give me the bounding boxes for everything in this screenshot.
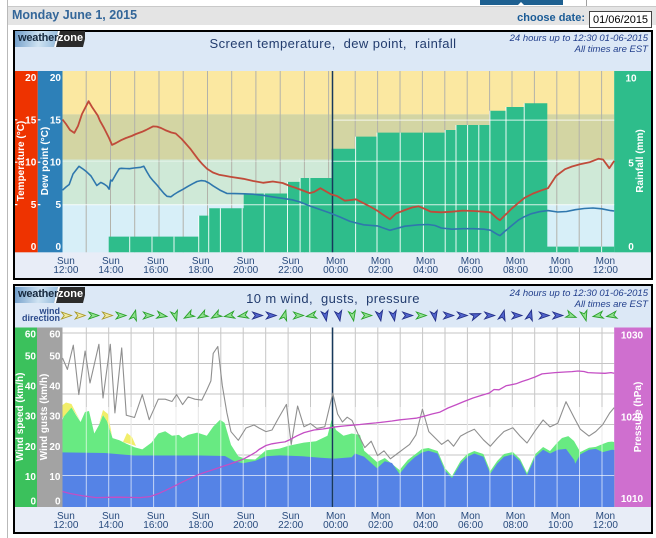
svg-text:0: 0 [55,242,61,253]
svg-text:Rainfall (mm): Rainfall (mm) [635,129,646,192]
svg-text:5: 5 [55,200,61,211]
svg-text:10: 10 [625,73,637,84]
svg-text:Dew point (°C): Dew point (°C) [40,127,51,195]
svg-text:40: 40 [49,382,61,393]
svg-text:20: 20 [49,442,61,453]
svg-text:50: 50 [25,352,37,363]
svg-text:30: 30 [49,412,61,423]
svg-text:0: 0 [30,497,36,508]
svg-text:10: 10 [50,158,62,169]
svg-text:5: 5 [31,200,37,211]
svg-text:30: 30 [25,412,37,423]
svg-text:50: 50 [49,352,61,363]
svg-text:20: 20 [25,73,37,84]
svg-text:20: 20 [50,73,62,84]
svg-text:Wind gusts (km/h): Wind gusts (km/h) [39,374,50,461]
svg-text:1030: 1030 [621,330,644,341]
svg-text:15: 15 [50,115,62,126]
svg-text:60: 60 [25,330,37,341]
svg-text:1010: 1010 [621,494,644,505]
svg-text:60: 60 [49,330,61,341]
svg-text:20: 20 [25,442,37,453]
svg-text:10: 10 [25,472,37,483]
svg-text:5: 5 [628,159,634,170]
svg-text:0: 0 [55,497,61,508]
svg-text:Temperature (°C): Temperature (°C) [16,121,27,202]
svg-text:Pressure (hPa): Pressure (hPa) [633,382,644,453]
svg-text:40: 40 [25,382,37,393]
svg-text:0: 0 [628,242,634,253]
svg-text:0: 0 [31,242,37,253]
svg-text:Wind speed (km/h): Wind speed (km/h) [15,373,26,462]
svg-text:10: 10 [49,472,61,483]
